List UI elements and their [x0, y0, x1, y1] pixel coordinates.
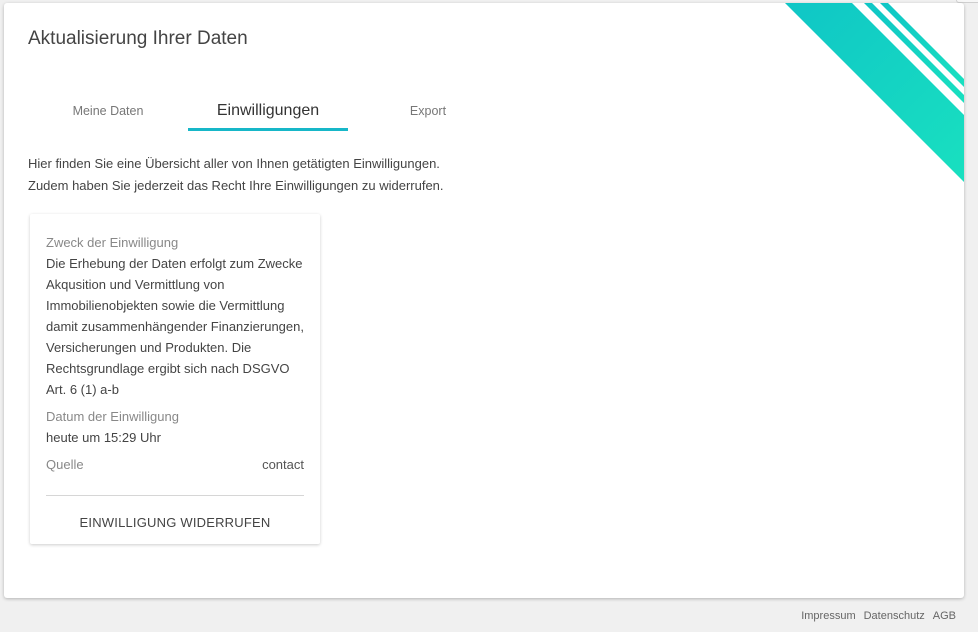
page-title: Aktualisierung Ihrer Daten — [28, 28, 248, 49]
tab-einwilligungen[interactable]: Einwilligungen — [188, 91, 348, 131]
source-row: Quelle contact — [46, 454, 304, 475]
date-label: Datum der Einwilligung — [46, 409, 179, 424]
footer-link-impressum[interactable]: Impressum — [801, 610, 855, 622]
main-card: Aktualisierung Ihrer Daten Meine Daten E… — [4, 3, 964, 598]
revoke-consent-button[interactable]: EINWILLIGUNG WIDERRUFEN — [46, 504, 304, 540]
intro-text: Hier finden Sie eine Übersicht aller von… — [28, 153, 444, 197]
corner-stripe-thin-1 — [864, 3, 964, 103]
purpose-value: Die Erhebung der Daten erfolgt zum Zweck… — [46, 256, 304, 397]
date-value: heute um 15:29 Uhr — [46, 430, 161, 445]
footer-link-datenschutz[interactable]: Datenschutz — [864, 610, 925, 622]
source-label: Quelle — [46, 457, 84, 472]
footer-link-agb[interactable]: AGB — [933, 610, 956, 622]
corner-stripe-main — [785, 3, 964, 182]
intro-line-1: Hier finden Sie eine Übersicht aller von… — [28, 156, 440, 171]
source-value: contact — [262, 457, 304, 472]
card-divider — [46, 495, 304, 496]
corner-stripe-thin-2 — [880, 3, 964, 87]
purpose-label: Zweck der Einwilligung — [46, 235, 179, 250]
footer-links: Impressum Datenschutz AGB — [801, 610, 956, 622]
tab-export[interactable]: Export — [348, 91, 508, 131]
page: Aktualisierung Ihrer Daten Meine Daten E… — [0, 0, 978, 632]
tab-meine-daten[interactable]: Meine Daten — [28, 91, 188, 131]
intro-line-2: Zudem haben Sie jederzeit das Recht Ihre… — [28, 178, 444, 193]
tab-bar: Meine Daten Einwilligungen Export — [28, 91, 508, 131]
consent-card: Zweck der Einwilligung Die Erhebung der … — [30, 214, 320, 544]
